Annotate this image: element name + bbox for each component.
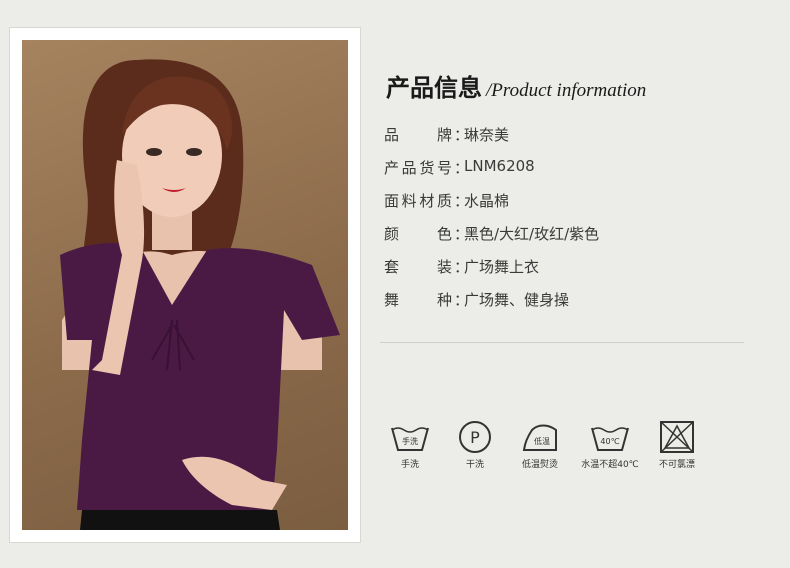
care-item-hand-wash: 手洗 手洗: [375, 420, 445, 470]
svg-text:手洗: 手洗: [402, 436, 418, 446]
title-chinese: 产品信息: [386, 73, 482, 102]
care-label: 低温熨烫: [521, 460, 558, 470]
spec-value: 广场舞、健身操: [464, 291, 570, 309]
product-photo-frame: [10, 28, 360, 542]
spec-label: 套装: [384, 258, 452, 276]
divider: [380, 342, 744, 343]
care-item-no-bleach: 不可氯漂: [642, 420, 712, 470]
model-illustration: [60, 59, 340, 530]
svg-text:低温: 低温: [534, 436, 550, 446]
spec-value: LNM6208: [464, 157, 535, 175]
spec-label: 产品货号: [384, 159, 452, 177]
hand-wash-icon: 手洗: [391, 427, 429, 451]
care-label: 不可氯漂: [658, 460, 695, 470]
spec-value: 琳奈美: [464, 126, 510, 144]
care-item-dry-clean: P 干洗: [440, 420, 510, 470]
dry-clean-icon: P: [459, 421, 491, 453]
section-title: 产品信息/Product information: [386, 68, 646, 103]
spec-value: 黑色/大红/玫红/紫色: [464, 225, 600, 243]
spec-label: 品牌: [384, 126, 452, 144]
spec-label: 面料材质: [384, 192, 452, 210]
title-english: /Product information: [486, 80, 647, 101]
care-item-wash-40: 40℃ 水温不超40℃: [575, 420, 645, 470]
care-item-low-iron: 低温 低温熨烫: [505, 420, 575, 470]
low-iron-icon: 低温: [522, 424, 557, 451]
care-label: 水温不超40℃: [581, 460, 639, 470]
no-bleach-icon: [660, 421, 694, 453]
spec-label: 舞种: [384, 291, 452, 309]
svg-text:P: P: [470, 428, 480, 447]
care-instructions: 手洗 手洗 P 干洗 低温 低温熨烫 40℃ 水温不超40℃ 不可氯漂: [380, 420, 740, 480]
care-label: 手洗: [400, 460, 419, 470]
spec-value: 水晶棉: [464, 192, 510, 210]
spec-value: 广场舞上衣: [464, 258, 540, 276]
care-label: 干洗: [465, 460, 484, 470]
spec-label: 颜色: [384, 225, 452, 243]
svg-text:40℃: 40℃: [600, 437, 619, 446]
product-photo: [22, 40, 348, 530]
wash-40-icon: 40℃: [591, 427, 629, 451]
